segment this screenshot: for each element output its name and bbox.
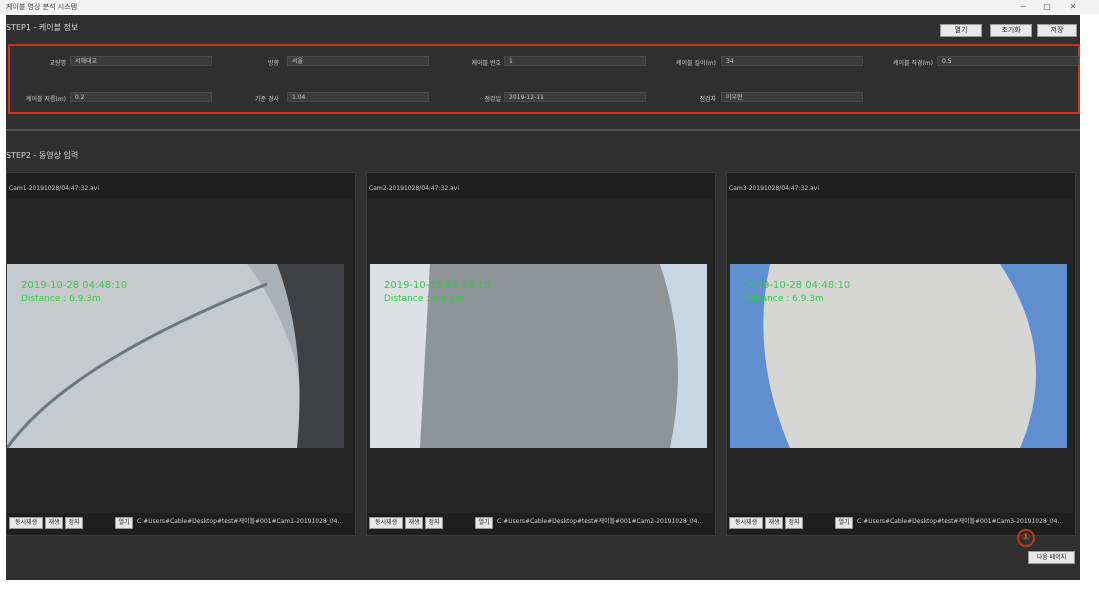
camera-2-image [370,264,707,448]
camera-1-play-button[interactable]: 재생 [45,517,63,529]
inspector-label: 점검자 [646,94,716,103]
camera-3-stop-button[interactable]: 정지 [785,517,803,529]
open-button[interactable]: 열기 [940,24,982,37]
window-title: 케이블 영상 분석 시스템 [6,0,77,14]
cable-length-field[interactable]: 34 [721,56,863,66]
camera-2-video[interactable]: 2019-10-28 04:48:10 Distance : 6.9.3m [367,198,713,513]
camera-3-image [730,264,1067,448]
camera-panel-3: Cam3-20191028/04:47:32.avi 2019-10-28 04… [726,172,1076,536]
camera-1-overlay-distance: Distance : 6.9.3m [21,294,101,304]
base-slope-label: 기준 경사 [209,94,279,103]
camera-panel-2: Cam2-20191028/04:47:32.avi 2019-10-28 04… [366,172,716,536]
camera-1-overlay-date: 2019-10-28 04:48:10 [21,280,127,291]
base-slope-field[interactable]: 1.04 [287,92,429,102]
camera-2-stop-button[interactable]: 정지 [425,517,443,529]
cable-number-label: 케이블 번호 [431,58,501,67]
camera-2-open-button[interactable]: 열기 [475,517,493,529]
camera-3-play-button[interactable]: 재생 [765,517,783,529]
camera-panel-1: Cam1-20191028/04:47:32.avi 2019-10-28 04… [6,172,356,536]
inspection-date-field[interactable]: 2019-12-11 [504,92,646,102]
inspector-field[interactable]: 이우현 [721,92,863,102]
camera-3-filename: Cam3-20191028/04:47:32.avi [729,185,819,192]
annotation-marker: ① [1017,529,1035,547]
camera-2-overlay-distance: Distance : 6.9.3m [384,294,464,304]
camera-1-image [7,264,344,448]
bridge-name-field[interactable]: 서해대교 [70,56,212,66]
cable-radius-label: 케이블 지름(m) [0,94,66,103]
maximize-button[interactable]: □ [1036,0,1058,14]
minimize-button[interactable]: ─ [1012,0,1034,14]
step2-title: STEP2 - 동영상 입력 [6,150,78,161]
camera-3-video[interactable]: 2019-10-28 04:48:10 Distance : 6.9.3m [727,198,1073,513]
close-button[interactable]: ✕ [1062,0,1084,14]
cable-diameter-field[interactable]: 0.5 [937,56,1079,66]
app-window: STEP1 - 케이블 정보 열기 초기화 저장 교량명 서해대교 방향 서울 … [6,15,1080,580]
cable-radius-field[interactable]: 0.2 [70,92,212,102]
step1-title: STEP1 - 케이블 정보 [6,22,78,33]
camera-3-path: C:#Users#Cable#Desktop#test#케이블#001#Cam3… [857,517,1072,527]
camera-2-filename: Cam2-20191028/04:47:32.avi [369,185,459,192]
camera-3-overlay-date: 2019-10-28 04:48:10 [744,280,850,291]
cable-diameter-label: 케이블 직경(m) [863,58,933,67]
camera-3-open-button[interactable]: 열기 [835,517,853,529]
camera-3-frame: 2019-10-28 04:48:10 Distance : 6.9.3m [730,264,1067,448]
reset-button[interactable]: 초기화 [990,24,1032,37]
camera-1-filename: Cam1-20191028/04:47:32.avi [9,185,99,192]
save-button[interactable]: 저장 [1037,24,1077,37]
camera-2-play-button[interactable]: 재생 [405,517,423,529]
direction-label: 방향 [209,58,279,67]
camera-2-path: C:#Users#Cable#Desktop#test#케이블#001#Cam2… [497,517,712,527]
cable-info-panel: 교량명 서해대교 방향 서울 케이블 번호 1 케이블 길이(m) 34 케이블… [8,44,1080,114]
section-divider [6,129,1080,131]
cable-length-label: 케이블 길이(m) [646,58,716,67]
direction-field[interactable]: 서울 [287,56,429,66]
camera-3-sync-play-button[interactable]: 동시재생 [729,517,763,529]
camera-3-overlay-distance: Distance : 6.9.3m [744,294,824,304]
camera-1-frame: 2019-10-28 04:48:10 Distance : 6.9.3m [7,264,344,448]
cable-number-field[interactable]: 1 [504,56,646,66]
camera-2-sync-play-button[interactable]: 동시재생 [369,517,403,529]
camera-1-video[interactable]: 2019-10-28 04:48:10 Distance : 6.9.3m [7,198,353,513]
camera-1-stop-button[interactable]: 정지 [65,517,83,529]
window-titlebar: 케이블 영상 분석 시스템 ─ □ ✕ [0,0,1099,14]
camera-2-frame: 2019-10-28 04:48:10 Distance : 6.9.3m [370,264,707,448]
next-page-button[interactable]: 다음 페이지 [1028,551,1075,564]
camera-2-overlay-date: 2019-10-28 04:48:10 [384,280,490,291]
inspection-date-label: 점검일 [431,94,501,103]
bridge-name-label: 교량명 [0,58,66,67]
camera-1-path: C:#Users#Cable#Desktop#test#케이블#001#Cam1… [137,517,352,527]
camera-1-sync-play-button[interactable]: 동시재생 [9,517,43,529]
camera-1-open-button[interactable]: 열기 [115,517,133,529]
